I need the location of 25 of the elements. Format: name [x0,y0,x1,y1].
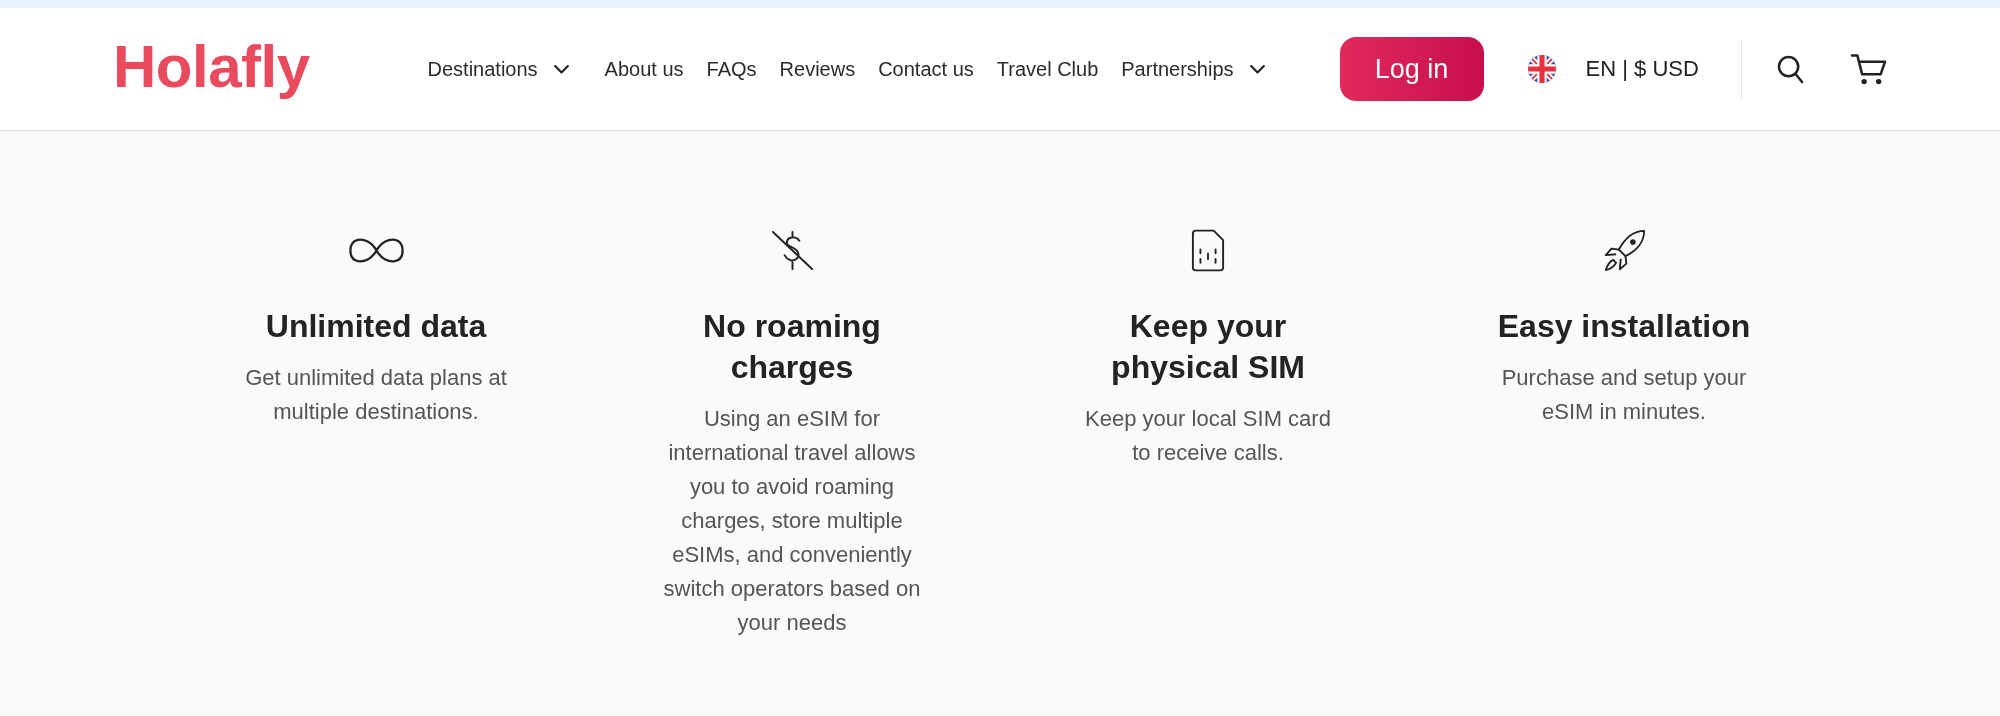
feature-title: Keep your physical SIM [1110,307,1306,387]
feature-title: No roaming charges [702,307,882,387]
site-logo[interactable]: Holafly [113,37,310,101]
flag-icon [1527,55,1556,83]
locale-selector[interactable]: EN | $ USD [1527,55,1699,83]
cart-icon[interactable] [1849,53,1887,85]
feature-description: Purchase and setup your eSIM in minutes. [1500,364,1748,426]
login-button[interactable]: Log in [1339,37,1484,101]
feature-title: Easy installation [1497,307,1751,346]
chevron-down-icon [1249,64,1265,74]
feature-description: Get unlimited data plans at multiple destinations. [244,364,508,426]
nav-link[interactable]: Reviews [779,57,856,81]
nav-link[interactable]: FAQs [706,57,757,81]
dollar-slash-icon [769,228,815,272]
nav-link[interactable]: Travel Club [996,57,1099,81]
nav-dropdown[interactable]: Destinations [427,57,569,81]
nav-dropdown[interactable]: Partnerships [1121,57,1265,81]
feature-description: Keep your local SIM card to receive calls. [1084,405,1332,467]
feature-description: Using an eSIM for international travel allows you to avoid roaming charges, store multiple eSIMs, and conveniently switch operators based on your needs [662,405,922,637]
search-icon[interactable] [1776,54,1804,84]
chevron-down-icon [553,64,569,74]
nav-link[interactable]: Contact us [878,57,974,81]
sim-card-icon [1191,227,1225,273]
feature-title: Unlimited data [265,307,487,346]
nav-link[interactable]: About us [604,57,684,81]
